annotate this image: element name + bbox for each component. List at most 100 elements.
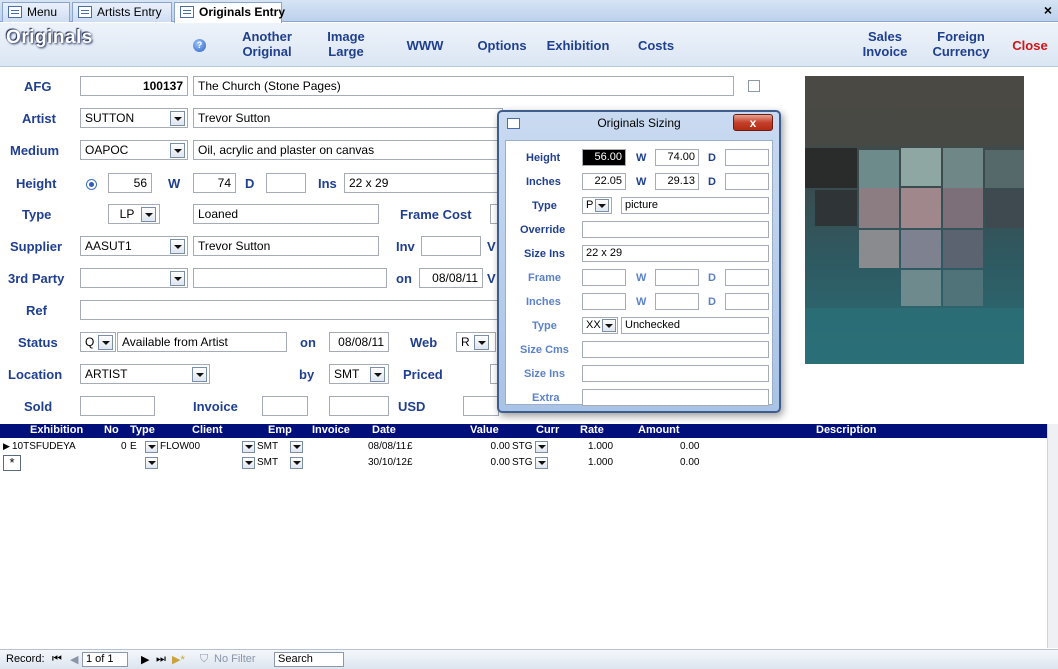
afg-checkbox[interactable] — [748, 80, 760, 92]
costs-button[interactable]: Costs — [634, 38, 678, 53]
chevron-down-icon[interactable] — [602, 319, 616, 332]
last-record-icon[interactable]: ⏭ — [156, 653, 166, 666]
col-amount[interactable]: Amount — [638, 424, 680, 436]
artist-name-field[interactable]: Trevor Sutton — [193, 108, 503, 128]
foreign-currency-button[interactable]: Foreign Currency — [928, 29, 994, 59]
tab-artists-entry[interactable]: Artists Entry — [72, 2, 172, 22]
cell-amount[interactable]: 0.00 — [680, 441, 699, 452]
sales-invoice-button[interactable]: Sales Invoice — [856, 29, 914, 59]
dlg-size-cms-field[interactable] — [582, 341, 769, 358]
ins-field[interactable]: 22 x 29 — [344, 173, 504, 193]
chevron-down-icon[interactable] — [370, 367, 385, 382]
chevron-down-icon[interactable] — [474, 335, 489, 350]
location-field[interactable]: ARTIST — [80, 364, 210, 384]
dlg-frame-inches-height-field[interactable] — [582, 293, 626, 310]
col-type[interactable]: Type — [130, 424, 155, 436]
filter-icon[interactable]: ⛉ — [200, 653, 208, 666]
vertical-scrollbar[interactable] — [1047, 424, 1058, 648]
dlg-depth-field[interactable] — [725, 149, 769, 166]
cell-curr[interactable]: STG — [512, 441, 533, 452]
chevron-down-icon[interactable] — [242, 457, 255, 469]
chevron-down-icon[interactable] — [170, 111, 185, 126]
dlg-type-desc-field[interactable]: picture — [621, 197, 769, 214]
table-row[interactable]: ▶ 10TSFUDEYA 0 E FLOW00 SMT 08/08/11 £ 0… — [0, 440, 1047, 455]
height-field[interactable]: 56 — [108, 173, 152, 193]
cell-date[interactable]: 08/08/11 — [368, 441, 406, 452]
chevron-down-icon[interactable] — [192, 367, 207, 382]
col-emp[interactable]: Emp — [268, 424, 292, 436]
chevron-down-icon[interactable] — [290, 441, 303, 453]
third-party-date-field[interactable]: 08/08/11 — [419, 268, 483, 288]
dlg-height-field[interactable]: 56.00 — [582, 149, 626, 166]
dlg-frame-depth-field[interactable] — [725, 269, 769, 286]
col-description[interactable]: Description — [816, 424, 877, 436]
artwork-image[interactable] — [805, 76, 1024, 364]
chevron-down-icon[interactable] — [242, 441, 255, 453]
medium-desc-field[interactable]: Oil, acrylic and plaster on canvas — [193, 140, 503, 160]
previous-record-icon[interactable]: ◀ — [70, 653, 78, 666]
chevron-down-icon[interactable] — [145, 441, 158, 453]
afg-number-field[interactable]: 100137 — [80, 76, 188, 96]
ref-field[interactable] — [80, 300, 500, 320]
exhibition-button[interactable]: Exhibition — [542, 38, 614, 53]
invoice-field[interactable] — [262, 396, 308, 416]
dlg-inches-depth-field[interactable] — [725, 173, 769, 190]
cell-emp[interactable]: SMT — [257, 457, 278, 468]
col-exhibition[interactable]: Exhibition — [30, 424, 83, 436]
dlg-frame-inches-width-field[interactable] — [655, 293, 699, 310]
cell-emp[interactable]: SMT — [257, 441, 278, 452]
dlg-extra-field[interactable] — [582, 389, 769, 406]
dialog-close-button[interactable]: x — [733, 114, 773, 131]
dlg-frame-width-field[interactable] — [655, 269, 699, 286]
tab-originals-entry[interactable]: Originals Entry — [174, 2, 285, 23]
dlg-override-field[interactable] — [582, 221, 769, 238]
col-date[interactable]: Date — [372, 424, 396, 436]
cell-curr[interactable]: STG — [512, 457, 533, 468]
tab-menu[interactable]: Menu — [2, 2, 70, 22]
chevron-down-icon[interactable] — [290, 457, 303, 469]
col-client[interactable]: Client — [192, 424, 223, 436]
supplier-name-field[interactable]: Trevor Sutton — [193, 236, 379, 256]
status-date-field[interactable]: 08/08/11 — [329, 332, 389, 352]
next-record-icon[interactable]: ▶ — [141, 653, 149, 666]
close-button[interactable]: Close — [1006, 38, 1054, 53]
col-no[interactable]: No — [104, 424, 119, 436]
cell-date[interactable]: 30/10/12 — [368, 457, 407, 468]
new-record-icon[interactable]: ▶* — [172, 653, 185, 666]
chevron-down-icon[interactable] — [170, 143, 185, 158]
width-field[interactable]: 74 — [193, 173, 236, 193]
search-input[interactable]: Search — [274, 652, 344, 667]
status-desc-field[interactable]: Available from Artist — [117, 332, 287, 352]
dlg-frame-height-field[interactable] — [582, 269, 626, 286]
chevron-down-icon[interactable] — [535, 457, 548, 469]
record-position-field[interactable]: 1 of 1 — [82, 652, 128, 667]
dlg-inches-height-field[interactable]: 22.05 — [582, 173, 626, 190]
no-filter-indicator[interactable]: No Filter — [214, 653, 256, 665]
dlg-frame-inches-depth-field[interactable] — [725, 293, 769, 310]
col-curr[interactable]: Curr — [536, 424, 559, 436]
col-rate[interactable]: Rate — [580, 424, 604, 436]
chevron-down-icon[interactable] — [170, 239, 185, 254]
cell-value[interactable]: 0.00 — [480, 457, 510, 468]
chevron-down-icon[interactable] — [141, 207, 156, 222]
cell-rate[interactable]: 1.000 — [588, 441, 613, 452]
title-field[interactable]: The Church (Stone Pages) — [193, 76, 734, 96]
col-invoice[interactable]: Invoice — [312, 424, 350, 436]
type-desc-field[interactable]: Loaned — [193, 204, 379, 224]
sold-price-field[interactable] — [463, 396, 499, 416]
dlg-size-ins-field[interactable]: 22 x 29 — [582, 245, 769, 262]
table-row[interactable]: * SMT 30/10/12 £ 0.00 STG 1.000 0.00 — [0, 455, 1047, 471]
chevron-down-icon[interactable] — [535, 441, 548, 453]
height-radio[interactable] — [86, 179, 97, 190]
cell-value[interactable]: 0.00 — [480, 441, 510, 452]
third-party-name-field[interactable] — [193, 268, 387, 288]
help-icon[interactable]: ? — [193, 39, 206, 52]
dlg-frame-type-desc-field[interactable]: Unchecked — [621, 317, 769, 334]
cell-exhibition[interactable]: 10TSFUDEYA — [12, 441, 76, 452]
cell-no[interactable]: 0 — [121, 441, 127, 452]
image-large-button[interactable]: Image Large — [318, 29, 374, 59]
cell-rate[interactable]: 1.000 — [588, 457, 613, 468]
chevron-down-icon[interactable] — [98, 335, 113, 350]
cell-amount[interactable]: 0.00 — [680, 457, 699, 468]
another-original-button[interactable]: Another Original — [232, 29, 302, 59]
